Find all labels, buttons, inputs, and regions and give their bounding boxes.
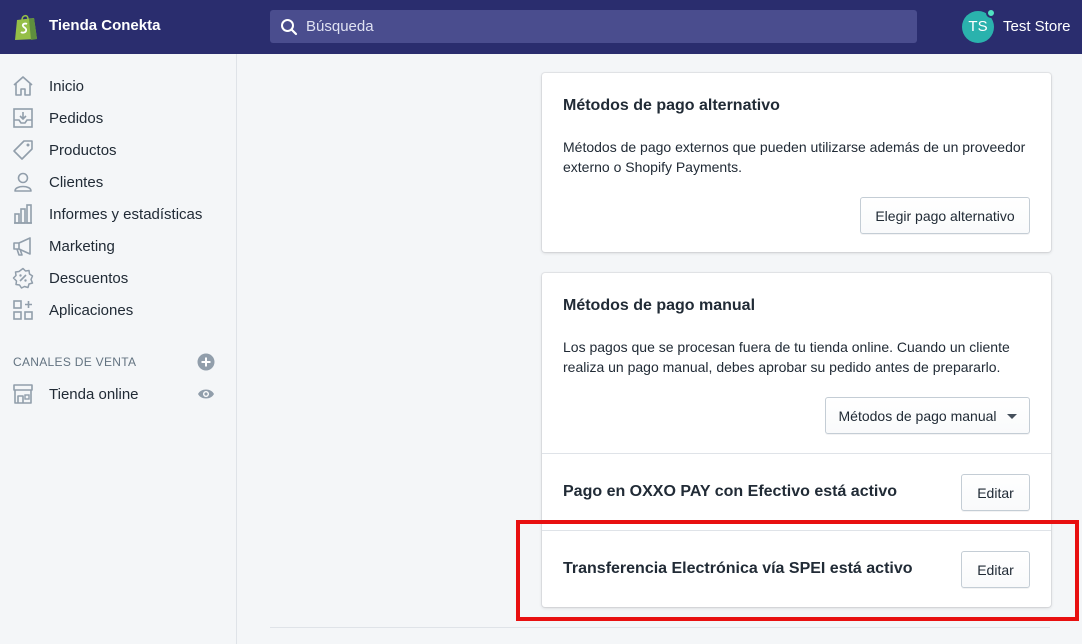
sidebar-item-label: Descuentos [49,270,129,287]
sidebar-item-aplicaciones[interactable]: Aplicaciones [0,294,236,326]
card-description: Métodos de pago externos que pueden util… [563,139,1026,175]
top-bar: Tienda Conekta TS Test Store [0,0,1082,54]
bar-chart-icon [14,204,32,224]
sidebar-item-label: Informes y estadísticas [49,206,203,223]
card-title: Métodos de pago alternativo [563,97,780,114]
sidebar-item-label: Pedidos [49,110,104,127]
orders-icon [13,108,33,128]
sidebar: Inicio Pedidos Productos Clientes Inform… [0,54,237,644]
dropdown-label: Métodos de pago manual [838,407,997,424]
sidebar-item-label: Aplicaciones [49,302,134,319]
online-status-dot [986,8,996,18]
page-bottom-divider [270,627,1050,628]
sidebar-item-pedidos[interactable]: Pedidos [0,102,236,134]
tag-icon [13,140,33,160]
card-description: Los pagos que se procesan fuera de tu ti… [563,339,1010,375]
search-bar[interactable] [270,10,917,43]
sidebar-item-informes[interactable]: Informes y estadísticas [0,198,236,230]
sidebar-item-label: Marketing [49,238,115,255]
megaphone-icon [13,237,31,256]
manual-payment-methods-dropdown[interactable]: Métodos de pago manual [825,397,1030,434]
shopify-bag-icon[interactable] [13,13,39,41]
sidebar-item-marketing[interactable]: Marketing [0,230,236,262]
edit-oxxo-button[interactable]: Editar [961,474,1030,511]
caret-down-icon [1006,413,1017,419]
sidebar-item-inicio[interactable]: Inicio [0,70,236,102]
add-channel-icon[interactable] [197,353,215,371]
card-title: Métodos de pago manual [563,297,756,314]
search-input[interactable] [306,10,906,43]
user-name[interactable]: Test Store [1003,18,1071,35]
oxxo-pay-status: Pago en OXXO PAY con Efectivo está activ… [563,483,898,500]
sidebar-item-label: Clientes [49,174,104,191]
discount-icon [12,267,34,289]
alternative-payments-card: Métodos de pago alternativo Métodos de p… [542,73,1051,252]
store-name[interactable]: Tienda Conekta [49,17,160,34]
search-icon [281,19,298,36]
eye-icon[interactable] [197,387,215,401]
sidebar-item-clientes[interactable]: Clientes [0,166,236,198]
home-icon [13,76,33,96]
customer-icon [14,172,32,192]
sales-channels-heading: CANALES DE VENTA [13,355,137,369]
highlight-box [516,520,1079,621]
sidebar-item-productos[interactable]: Productos [0,134,236,166]
sidebar-item-label: Inicio [49,78,85,95]
apps-icon [13,300,33,320]
store-icon [13,384,33,404]
sidebar-item-label: Productos [49,142,117,159]
divider [542,453,1051,454]
sidebar-item-descuentos[interactable]: Descuentos [0,262,236,294]
sidebar-item-label: Tienda online [49,386,139,403]
choose-alternative-payment-button[interactable]: Elegir pago alternativo [860,197,1030,234]
